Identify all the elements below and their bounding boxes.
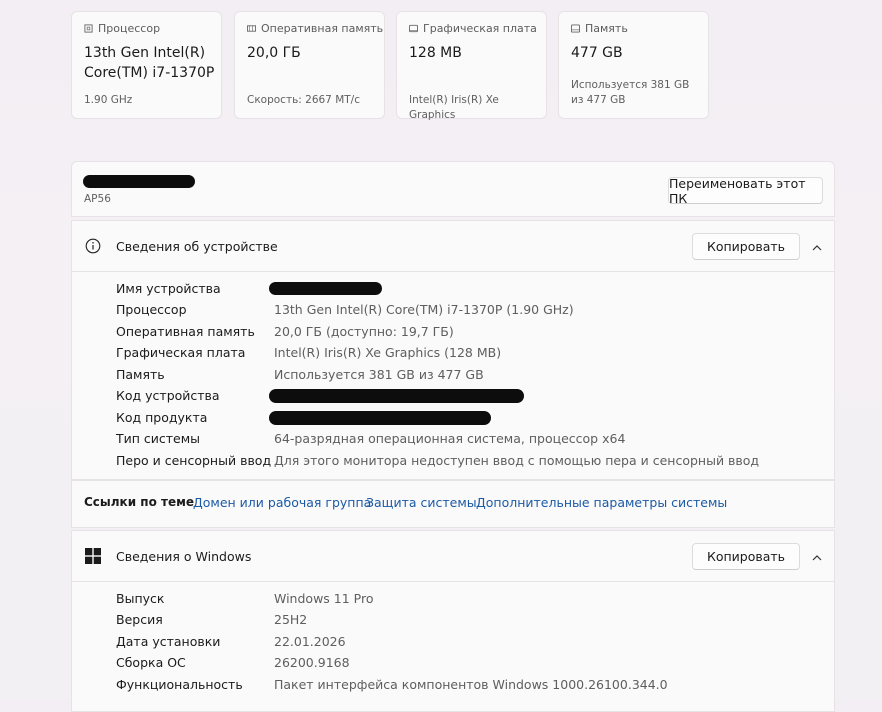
card-title: Графическая плата [423,22,537,35]
product-id-redacted [269,411,491,425]
card-title: Процессор [98,22,161,35]
card-value: 128 MB [409,45,462,61]
spec-row: Графическая плата Intel(R) Iris(R) Xe Gra… [116,345,502,360]
device-specs-header[interactable]: Сведения об устройстве Копировать [71,220,835,272]
spec-row: Процессор 13th Gen Intel(R) Core(TM) i7-1… [116,302,574,317]
card-value: 20,0 ГБ [247,45,301,61]
copy-windows-specs-button[interactable]: Копировать [692,543,800,570]
spec-row: Имя устройства [116,281,221,296]
processor-card: Процессор 13th Gen Intel(R) Core(TM) i7-… [71,11,222,119]
copy-device-specs-button[interactable]: Копировать [692,233,800,260]
spec-row: Оперативная память 20,0 ГБ (доступно: 19,… [116,324,454,339]
memory-card: Оперативная память 20,0 ГБ Скорость: 266… [234,11,385,119]
card-sub: Intel(R) Iris(R) Xe Graphics [409,94,499,121]
memory-icon [247,25,256,32]
link-domain-workgroup[interactable]: Домен или рабочая группа [193,495,371,510]
pc-model: AP56 [84,193,111,205]
device-id-redacted [269,389,524,403]
card-value: 477 GB [571,45,623,61]
device-name-redacted [269,282,382,295]
windows-logo-icon [85,548,101,564]
related-links-label: Ссылки по теме [84,495,195,509]
storage-card: Память 477 GB Используется 381 GB из 477… [558,11,709,119]
card-sub: Скорость: 2667 МТ/с [247,94,360,106]
info-icon [85,238,101,254]
spec-row: Перо и сенсорный ввод Для этого монитора … [116,453,760,468]
link-system-protection[interactable]: Защита системы [366,495,477,510]
spec-row: Тип системы 64-разрядная операционная сис… [116,431,626,446]
card-sub: 1.90 GHz [84,94,133,106]
pc-name-redacted [83,175,195,188]
storage-icon [571,24,580,33]
graphics-card: Графическая плата 128 MB Intel(R) Iris(R… [396,11,547,121]
device-specs-body: Имя устройства Процессор 13th Gen Intel(R… [71,272,835,480]
spec-row: Выпуск Windows 11 Pro [116,591,374,606]
windows-specs-body: Выпуск Windows 11 Pro Версия 25H2 Дата уст… [71,582,835,712]
spec-row: Дата установки 22.01.2026 [116,634,346,649]
pc-name-panel: AP56 Переименовать этот ПК [71,161,835,217]
spec-row: Версия 25H2 [116,612,308,627]
section-title: Сведения о Windows [116,549,252,564]
card-title: Память [585,22,628,35]
rename-pc-button[interactable]: Переименовать этот ПК [668,176,823,206]
chevron-up-icon[interactable] [812,551,822,565]
graphics-icon [409,24,418,33]
section-title: Сведения об устройстве [116,239,278,254]
spec-row: Сборка ОС 26200.9168 [116,655,350,670]
card-title: Оперативная память [261,22,384,35]
spec-row: Код продукта [116,410,208,425]
card-sub: Используется 381 GB из 477 GB [571,79,690,106]
chevron-up-icon[interactable] [812,241,822,255]
related-links: Ссылки по теме Домен или рабочая группа … [71,480,835,528]
spec-row: Память Используется 381 GB из 477 GB [116,367,484,382]
processor-icon [84,24,93,33]
windows-specs-header[interactable]: Сведения о Windows Копировать [71,530,835,582]
link-advanced-system-settings[interactable]: Дополнительные параметры системы [476,495,727,510]
card-value: 13th Gen Intel(R) Core(TM) i7-1370P [84,45,215,81]
spec-row: Код устройства [116,388,220,403]
spec-row: Функциональность Пакет интерфейса компоне… [116,677,668,692]
